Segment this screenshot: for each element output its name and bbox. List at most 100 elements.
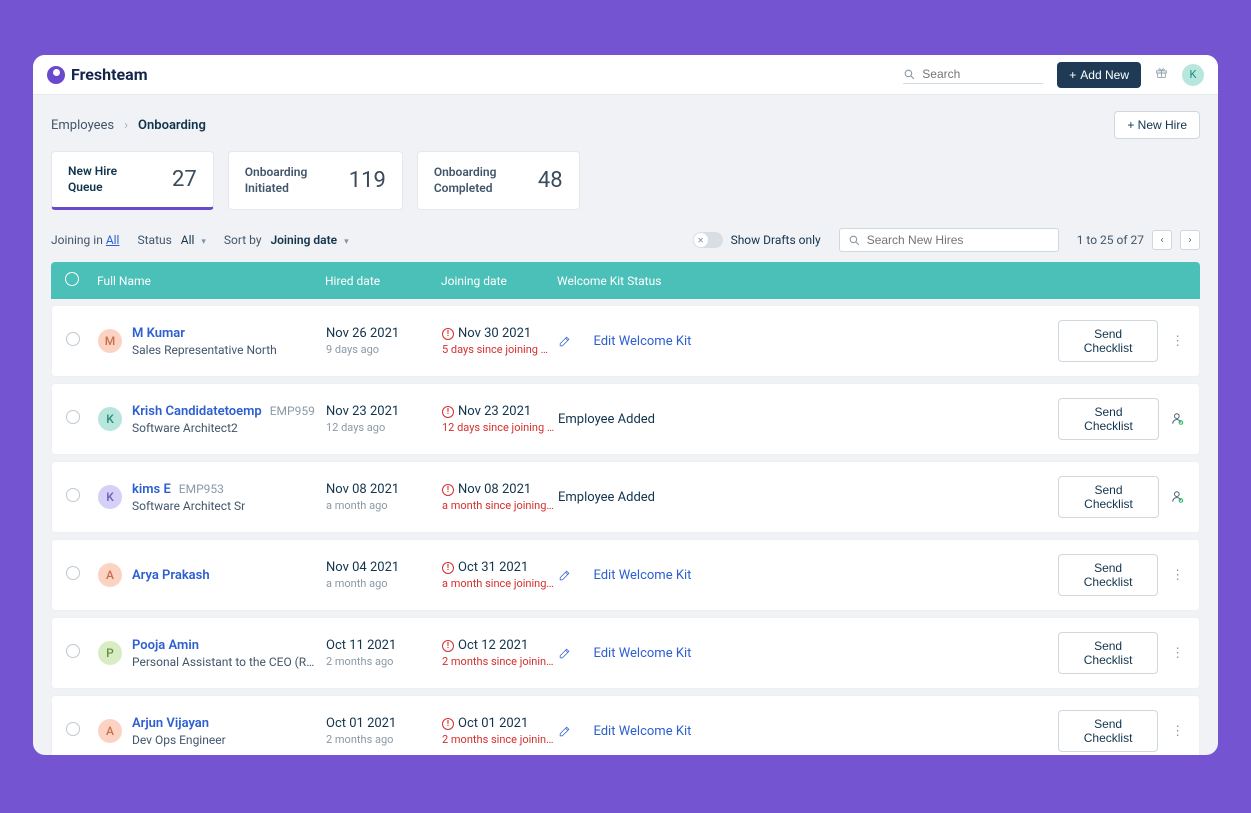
hired-date: Oct 01 2021 — [326, 716, 442, 731]
hire-search[interactable] — [839, 228, 1059, 252]
employee-name-link[interactable]: Pooja Amin — [132, 638, 199, 653]
avatar: K — [98, 407, 122, 431]
more-menu-icon[interactable]: ⋮ — [1170, 646, 1185, 661]
stat-label: Onboarding Completed — [434, 165, 514, 196]
employee-name-link[interactable]: Arjun Vijayan — [132, 716, 209, 731]
joining-date: Oct 01 2021 — [458, 716, 528, 731]
hired-relative: 9 days ago — [326, 343, 442, 356]
hired-relative: 2 months ago — [326, 655, 442, 668]
top-bar: Freshteam + Add New K — [33, 55, 1218, 95]
col-hired-date[interactable]: Hired date — [325, 274, 441, 288]
more-menu-icon[interactable]: ⋮ — [1170, 724, 1185, 739]
row-checkbox[interactable] — [66, 410, 80, 424]
hired-date: Nov 04 2021 — [326, 560, 442, 575]
breadcrumb-current: Onboarding — [138, 118, 206, 133]
send-checklist-button[interactable]: Send Checklist — [1058, 710, 1158, 752]
send-checklist-button[interactable]: Send Checklist — [1058, 320, 1158, 362]
status-filter[interactable]: Status All ▾ — [137, 233, 205, 247]
table-row: P Pooja Amin Personal Assistant to the C… — [51, 617, 1200, 689]
joining-warning: 5 days since joining … — [442, 343, 558, 356]
row-checkbox[interactable] — [66, 722, 80, 736]
hired-relative: a month ago — [326, 499, 442, 512]
edit-icon — [558, 569, 571, 582]
hires-table: Full Name Hired date Joining date Welcom… — [33, 262, 1218, 755]
warning-icon: ! — [442, 640, 454, 652]
joining-date: Nov 23 2021 — [458, 404, 531, 419]
table-row: A Arjun Vijayan Dev Ops Engineer Oct 01 … — [51, 695, 1200, 755]
employee-name-link[interactable]: Arya Prakash — [132, 568, 210, 583]
global-search-input[interactable] — [922, 67, 1022, 81]
employee-role: Software Architect Sr — [132, 499, 245, 513]
col-welcome-kit[interactable]: Welcome Kit Status — [557, 274, 1057, 288]
send-checklist-button[interactable]: Send Checklist — [1058, 632, 1158, 674]
hire-search-input[interactable] — [867, 233, 1050, 247]
search-icon — [848, 234, 861, 247]
send-checklist-button[interactable]: Send Checklist — [1058, 554, 1158, 596]
toggle-switch[interactable]: ✕ — [693, 232, 723, 248]
gift-icon[interactable] — [1155, 66, 1168, 83]
joining-warning: 2 months since joinin… — [442, 733, 558, 746]
pager-next[interactable]: › — [1180, 230, 1200, 250]
col-full-name[interactable]: Full Name — [97, 274, 325, 288]
joining-warning: a month since joining… — [442, 499, 558, 512]
chevron-down-icon: ▾ — [201, 237, 206, 247]
brand-logo[interactable]: Freshteam — [47, 65, 148, 84]
hired-date: Nov 23 2021 — [326, 404, 442, 419]
row-checkbox[interactable] — [66, 488, 80, 502]
row-checkbox[interactable] — [66, 644, 80, 658]
stat-card-0[interactable]: New Hire Queue 27 — [51, 151, 214, 210]
more-menu-icon[interactable]: ⋮ — [1170, 568, 1185, 583]
stat-value: 119 — [349, 168, 386, 193]
employee-role: Dev Ops Engineer — [132, 733, 226, 747]
col-joining-date[interactable]: Joining date — [441, 274, 557, 288]
employee-role: Sales Representative North — [132, 343, 277, 357]
drafts-toggle[interactable]: ✕ Show Drafts only — [693, 232, 821, 248]
warning-icon: ! — [442, 484, 454, 496]
edit-welcome-kit-link[interactable]: Edit Welcome Kit — [558, 646, 1058, 661]
table-row: M M Kumar Sales Representative North Nov… — [51, 305, 1200, 377]
edit-welcome-kit-link[interactable]: Edit Welcome Kit — [558, 724, 1058, 739]
plus-icon: + — [1069, 68, 1076, 82]
logo-icon — [47, 66, 65, 84]
joining-filter[interactable]: Joining in All — [51, 233, 119, 247]
more-menu-icon[interactable]: ⋮ — [1170, 334, 1185, 349]
breadcrumb-root[interactable]: Employees — [51, 118, 114, 133]
pager-prev[interactable]: ‹ — [1152, 230, 1172, 250]
employee-id: EMP959 — [270, 404, 315, 418]
table-header: Full Name Hired date Joining date Welcom… — [51, 262, 1200, 299]
hired-relative: 2 months ago — [326, 733, 442, 746]
joining-warning: 2 months since joinin… — [442, 655, 558, 668]
stat-card-1[interactable]: Onboarding Initiated 119 — [228, 151, 403, 210]
avatar: K — [98, 485, 122, 509]
select-all-checkbox[interactable] — [65, 272, 79, 286]
stat-label: New Hire Queue — [68, 164, 148, 195]
hired-date: Oct 11 2021 — [326, 638, 442, 653]
global-search[interactable] — [903, 65, 1043, 84]
stat-label: Onboarding Initiated — [245, 165, 325, 196]
row-checkbox[interactable] — [66, 566, 80, 580]
row-checkbox[interactable] — [66, 332, 80, 346]
breadcrumb: Employees › Onboarding — [51, 118, 206, 133]
avatar: A — [98, 563, 122, 587]
sort-filter[interactable]: Sort by Joining date ▾ — [224, 233, 349, 247]
stat-value: 27 — [172, 167, 197, 192]
send-checklist-button[interactable]: Send Checklist — [1058, 398, 1159, 440]
user-avatar[interactable]: K — [1182, 64, 1204, 86]
add-new-button[interactable]: + Add New — [1057, 62, 1141, 88]
employee-name-link[interactable]: kims E — [132, 482, 171, 497]
joining-warning: 12 days since joining … — [442, 421, 558, 434]
chevron-down-icon: ▾ — [344, 237, 349, 247]
employee-role: Personal Assistant to the CEO (R… — [132, 655, 314, 669]
warning-icon: ! — [442, 562, 454, 574]
person-check-icon — [1171, 412, 1185, 426]
edit-welcome-kit-link[interactable]: Edit Welcome Kit — [558, 568, 1058, 583]
edit-welcome-kit-link[interactable]: Edit Welcome Kit — [558, 334, 1058, 349]
pager-text: 1 to 25 of 27 — [1077, 233, 1144, 247]
send-checklist-button[interactable]: Send Checklist — [1058, 476, 1159, 518]
stat-card-2[interactable]: Onboarding Completed 48 — [417, 151, 580, 210]
table-row: K kims E EMP953 Software Architect Sr No… — [51, 461, 1200, 533]
employee-name-link[interactable]: Krish Candidatetoemp — [132, 404, 262, 419]
hired-date: Nov 08 2021 — [326, 482, 442, 497]
employee-name-link[interactable]: M Kumar — [132, 326, 185, 341]
new-hire-button[interactable]: + New Hire — [1114, 111, 1200, 139]
